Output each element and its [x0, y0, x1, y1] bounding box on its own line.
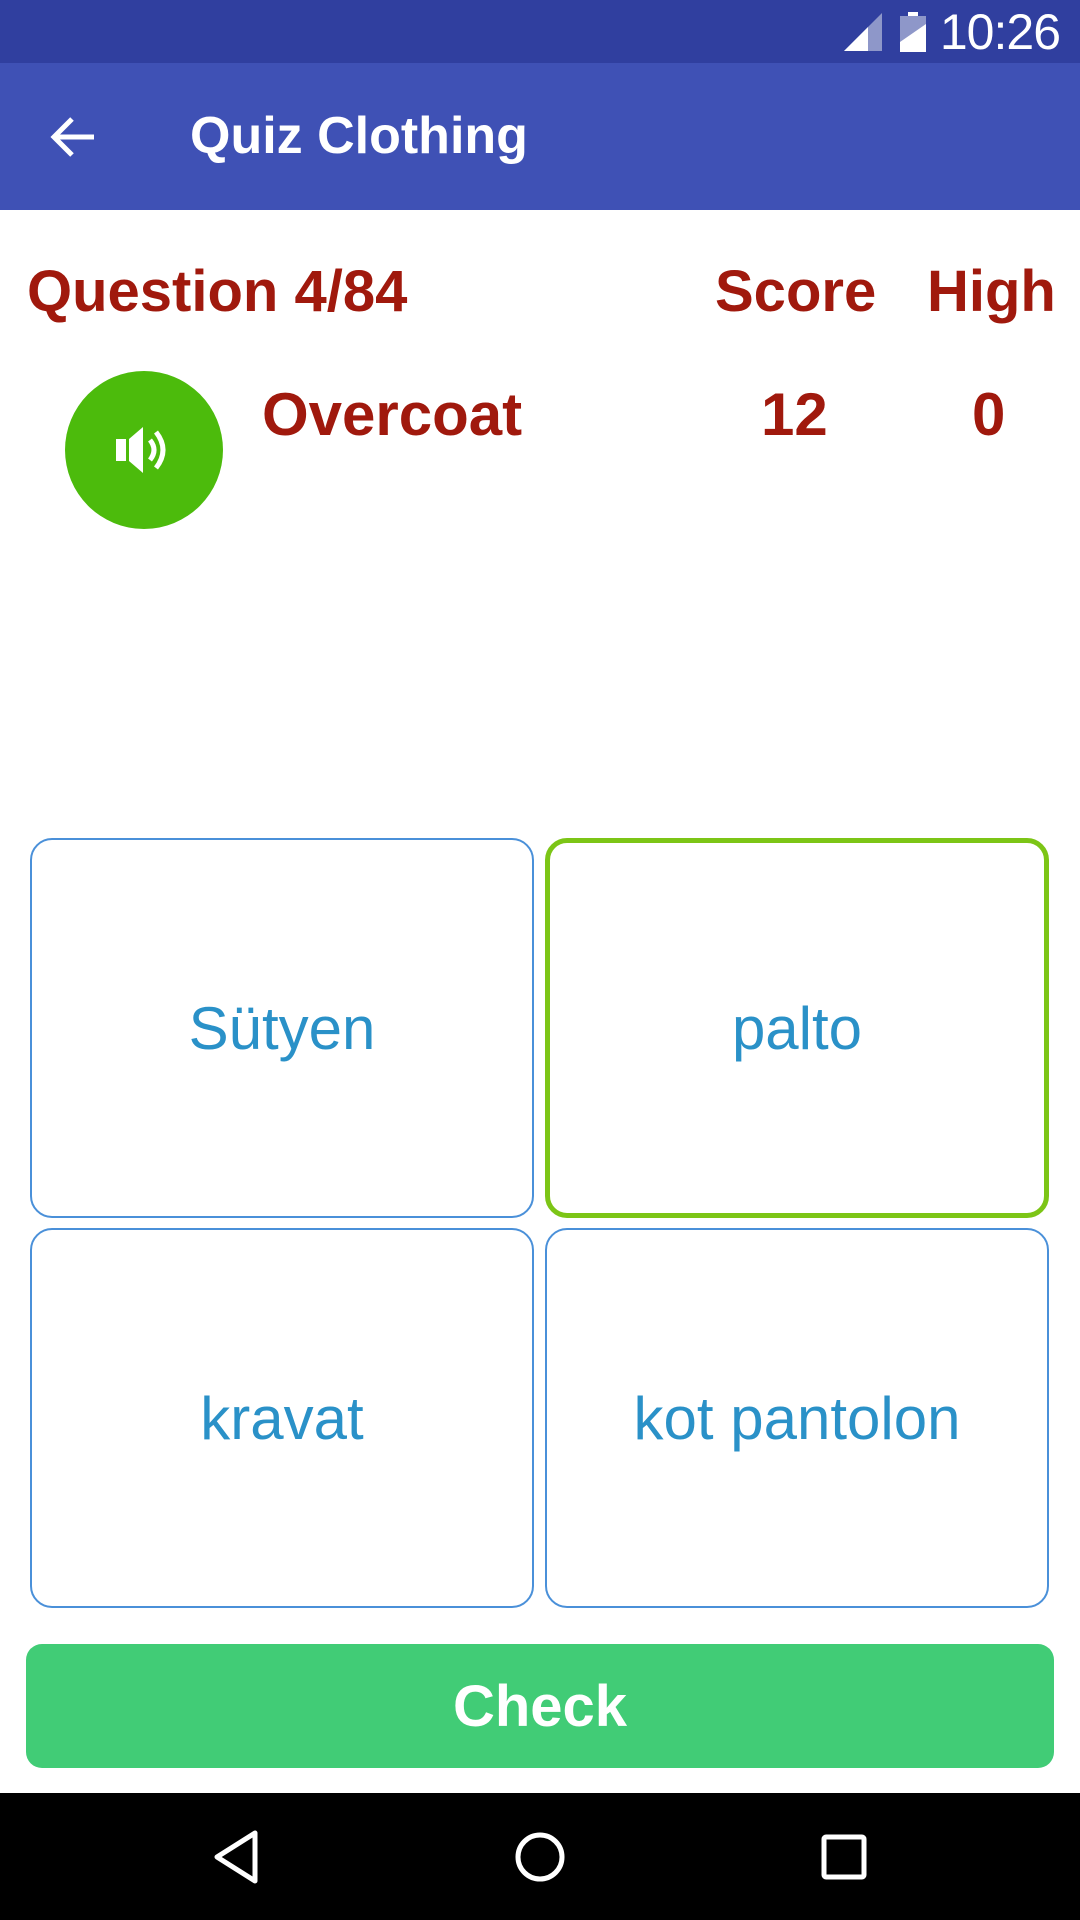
check-button-label: Check — [452, 1673, 628, 1739]
answer-label: kot pantolon — [633, 1384, 961, 1452]
score-label: Score — [715, 259, 877, 324]
status-bar: 10:26 — [0, 0, 1080, 63]
battery-icon — [899, 11, 926, 52]
check-button[interactable]: Check — [26, 1644, 1054, 1768]
answer-option-1[interactable]: Sütyen — [30, 838, 534, 1218]
answer-label: palto — [731, 994, 863, 1062]
nav-recents-button[interactable] — [802, 1815, 886, 1899]
high-score-label: High — [927, 259, 1056, 324]
nav-back-button[interactable] — [194, 1815, 278, 1899]
answer-label: Sütyen — [188, 994, 376, 1062]
home-circle-icon — [515, 1832, 565, 1882]
back-button[interactable] — [44, 108, 102, 166]
answer-option-2-selected[interactable]: palto — [545, 838, 1049, 1218]
score-value: 12 — [761, 381, 828, 448]
status-time: 10:26 — [939, 3, 1061, 60]
back-triangle-icon — [214, 1830, 258, 1884]
nav-home-button[interactable] — [498, 1815, 582, 1899]
status-icons: 10:26 — [843, 0, 1061, 63]
speaker-icon — [116, 427, 166, 473]
answer-option-4[interactable]: kot pantolon — [545, 1228, 1049, 1608]
signal-icon — [843, 12, 882, 51]
answer-label: kravat — [200, 1384, 364, 1452]
app-bar: Quiz Clothing — [0, 63, 1080, 210]
play-audio-button[interactable] — [65, 371, 223, 529]
answer-option-3[interactable]: kravat — [30, 1228, 534, 1608]
arrow-left-icon — [50, 117, 94, 157]
question-counter: Question 4/84 — [27, 259, 408, 324]
high-score-value: 0 — [972, 381, 1006, 448]
system-nav-bar — [0, 1793, 1080, 1920]
page-title: Quiz Clothing — [190, 107, 528, 165]
recents-square-icon — [821, 1834, 867, 1880]
quiz-word: Overcoat — [262, 381, 523, 448]
